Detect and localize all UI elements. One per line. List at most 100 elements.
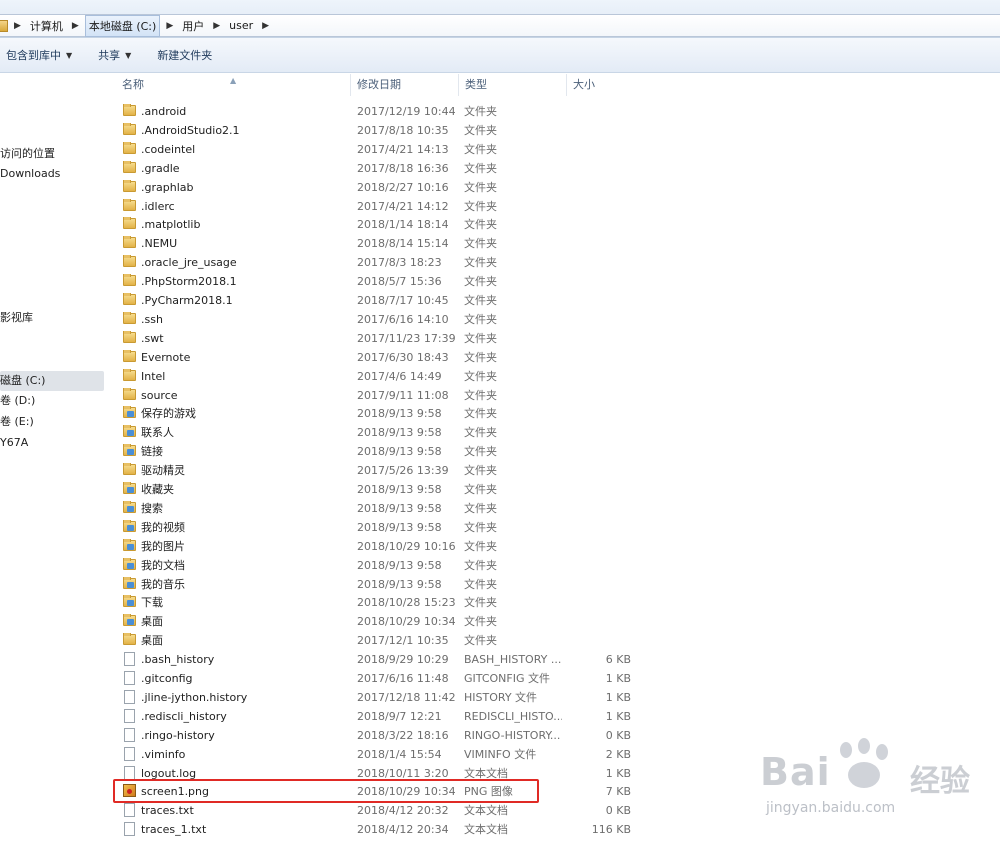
highlight-annotation xyxy=(113,779,539,803)
file-row[interactable]: 我的文档 2018/9/13 9:58 文件夹 xyxy=(110,556,1000,575)
nav-item-label: 磁盘 (C:) xyxy=(0,374,46,387)
file-row[interactable]: source 2017/9/11 11:08 文件夹 xyxy=(110,386,1000,405)
column-header-name[interactable]: 名称 ▲ xyxy=(110,74,350,96)
file-row[interactable]: Evernote 2017/6/30 18:43 文件夹 xyxy=(110,348,1000,367)
share-button[interactable]: 共享 ▼ xyxy=(98,47,131,63)
file-name: 我的文档 xyxy=(141,558,185,572)
new-folder-label: 新建文件夹 xyxy=(157,49,213,62)
command-bar: 包含到库中 ▼ 共享 ▼ 新建文件夹 xyxy=(0,38,1000,73)
file-date: 2018/1/14 18:14 xyxy=(357,218,449,232)
file-row[interactable]: .jline-jython.history 2017/12/18 11:42 HIS… xyxy=(110,688,1000,707)
file-date: 2018/9/13 9:58 xyxy=(357,558,442,572)
file-size: 1 KB xyxy=(605,672,631,685)
file-row[interactable]: 我的音乐 2018/9/13 9:58 文件夹 xyxy=(110,575,1000,594)
nav-item-videos[interactable]: 影视库 xyxy=(0,308,33,328)
file-row[interactable]: .AndroidStudio2.1 2017/8/18 10:35 文件夹 xyxy=(110,121,1000,140)
file-row[interactable]: .graphlab 2018/2/27 10:16 文件夹 xyxy=(110,178,1000,197)
chevron-right-icon[interactable]: ▶ xyxy=(14,21,21,31)
file-row[interactable]: .oracle_jre_usage 2017/8/3 18:23 文件夹 xyxy=(110,253,1000,272)
baidu-jingyan-watermark: Bai 经验 jingyan.baidu.com xyxy=(760,738,1000,828)
breadcrumb-computer[interactable]: 计算机 xyxy=(27,16,66,36)
folder-icon xyxy=(123,104,137,118)
folder-icon xyxy=(0,19,8,32)
file-date: 2018/4/12 20:32 xyxy=(357,804,449,818)
file-row[interactable]: 搜索 2018/9/13 9:58 文件夹 xyxy=(110,499,1000,518)
file-date: 2018/9/13 9:58 xyxy=(357,445,442,459)
nav-item-recent-places[interactable]: 访问的位置 xyxy=(0,144,55,164)
sort-ascending-icon: ▲ xyxy=(230,76,237,85)
navigation-pane: 访问的位置 Downloads 影视库 磁盘 (C:) 卷 (D:) 卷 (E:… xyxy=(0,74,110,845)
file-name: Evernote xyxy=(141,350,191,364)
chevron-right-icon[interactable]: ▶ xyxy=(72,21,79,31)
file-type: BASH_HISTORY ... xyxy=(464,653,562,667)
file-row[interactable]: 保存的游戏 2018/9/13 9:58 文件夹 xyxy=(110,404,1000,423)
file-row[interactable]: 我的图片 2018/10/29 10:16 文件夹 xyxy=(110,537,1000,556)
file-row[interactable]: .NEMU 2018/8/14 15:14 文件夹 xyxy=(110,234,1000,253)
file-type: 文件夹 xyxy=(464,596,497,610)
file-row[interactable]: 下载 2018/10/28 15:23 文件夹 xyxy=(110,593,1000,612)
file-row[interactable]: 桌面 2017/12/1 10:35 文件夹 xyxy=(110,631,1000,650)
file-row[interactable]: .idlerc 2017/4/21 14:12 文件夹 xyxy=(110,197,1000,216)
file-row[interactable]: Intel 2017/4/6 14:49 文件夹 xyxy=(110,367,1000,386)
file-type: 文件夹 xyxy=(464,294,497,307)
breadcrumb-user[interactable]: user xyxy=(226,17,256,34)
column-header-size[interactable]: 大小 xyxy=(566,74,636,96)
special-folder-icon xyxy=(123,406,137,420)
file-row[interactable]: .gitconfig 2017/6/16 11:48 GITCONFIG 文件 1 K… xyxy=(110,669,1000,688)
chevron-right-icon[interactable]: ▶ xyxy=(166,21,173,31)
file-type: 文件夹 xyxy=(464,501,497,515)
file-row[interactable]: .android 2017/12/19 10:44 文件夹 xyxy=(110,102,1000,121)
file-row[interactable]: .codeintel 2017/4/21 14:13 文件夹 xyxy=(110,140,1000,159)
nav-item-downloads[interactable]: Downloads xyxy=(0,164,60,184)
special-folder-icon xyxy=(123,557,137,572)
file-row[interactable]: .PhpStorm2018.1 2018/5/7 15:36 文件夹 xyxy=(110,272,1000,291)
file-row[interactable]: .matplotlib 2018/1/14 18:14 文件夹 xyxy=(110,215,1000,234)
nav-item-label: Y67A xyxy=(0,436,29,449)
file-name: 收藏夹 xyxy=(141,483,174,496)
file-icon xyxy=(123,727,137,742)
breadcrumb[interactable]: ▶ 计算机 ▶ 本地磁盘 (C:) ▶ 用户 ▶ user ▶ xyxy=(0,14,1000,37)
file-type: 文件夹 xyxy=(464,577,497,591)
file-row[interactable]: .gradle 2017/8/18 16:36 文件夹 xyxy=(110,159,1000,178)
nav-item-label: 影视库 xyxy=(0,311,33,324)
file-icon xyxy=(123,671,137,685)
nav-item-label: 卷 (E:) xyxy=(0,415,34,428)
file-date: 2018/10/29 10:34 xyxy=(357,615,456,629)
file-row[interactable]: .rediscli_history 2018/9/7 12:21 REDISCLI_… xyxy=(110,707,1000,726)
file-type: 文件夹 xyxy=(464,123,497,137)
breadcrumb-local-disk[interactable]: 本地磁盘 (C:) xyxy=(84,14,161,37)
file-row[interactable]: .swt 2017/11/23 17:39 文件夹 xyxy=(110,329,1000,348)
chevron-right-icon[interactable]: ▶ xyxy=(213,21,220,31)
column-header-type[interactable]: 类型 xyxy=(458,74,566,96)
file-row[interactable]: 收藏夹 2018/9/13 9:58 文件夹 xyxy=(110,480,1000,499)
nav-item-network-computer[interactable]: Y67A xyxy=(0,433,28,453)
file-name: .viminfo xyxy=(141,747,186,761)
chevron-right-icon[interactable]: ▶ xyxy=(262,21,269,31)
file-name: 搜索 xyxy=(141,501,163,515)
file-row[interactable]: 我的视频 2018/9/13 9:58 文件夹 xyxy=(110,518,1000,537)
file-row[interactable]: 桌面 2018/10/29 10:34 文件夹 xyxy=(110,612,1000,631)
column-header-date[interactable]: 修改日期 xyxy=(350,74,458,96)
file-icon xyxy=(123,689,137,704)
file-row[interactable]: 联系人 2018/9/13 9:58 文件夹 xyxy=(110,423,1000,442)
file-row[interactable]: .ssh 2017/6/16 14:10 文件夹 xyxy=(110,310,1000,329)
include-in-library-label: 包含到库中 xyxy=(6,49,61,62)
file-row[interactable]: .PyCharm2018.1 2018/7/17 10:45 文件夹 xyxy=(110,291,1000,310)
file-date: 2018/3/22 18:16 xyxy=(357,728,449,742)
file-name: .ssh xyxy=(141,312,163,326)
nav-item-drive-d[interactable]: 卷 (D:) xyxy=(0,391,35,411)
new-folder-button[interactable]: 新建文件夹 xyxy=(157,47,212,63)
file-icon xyxy=(123,652,137,667)
nav-item-drive-c[interactable]: 磁盘 (C:) xyxy=(0,371,104,391)
file-row[interactable]: 链接 2018/9/13 9:58 文件夹 xyxy=(110,442,1000,461)
file-row[interactable]: .bash_history 2018/9/29 10:29 BASH_HISTORY… xyxy=(110,650,1000,669)
watermark-brand-cn: 经验 xyxy=(910,764,970,799)
file-list: 名称 ▲ 修改日期 类型 大小 .android 2017/12/19 10:44… xyxy=(110,74,1000,845)
file-row[interactable]: 驱动精灵 2017/5/26 13:39 文件夹 xyxy=(110,461,1000,480)
file-type: 文件夹 xyxy=(464,369,497,383)
include-in-library-button[interactable]: 包含到库中 ▼ xyxy=(6,47,72,63)
breadcrumb-users[interactable]: 用户 xyxy=(179,16,207,36)
nav-item-drive-e[interactable]: 卷 (E:) xyxy=(0,412,34,432)
file-size: 1 KB xyxy=(605,766,631,780)
caret-down-icon: ▼ xyxy=(66,50,73,60)
